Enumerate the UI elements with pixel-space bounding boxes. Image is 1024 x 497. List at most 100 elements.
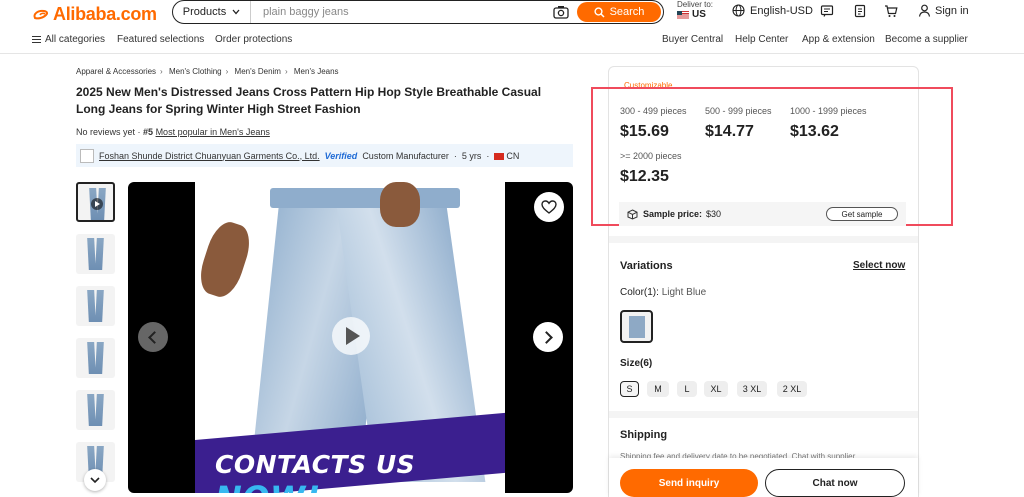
menu-icon: [32, 36, 41, 43]
thumbnail-video[interactable]: [76, 182, 115, 222]
thumbnail-image[interactable]: [76, 338, 115, 378]
price-tier: 300 - 499 pieces $15.69: [620, 106, 687, 141]
become-supplier-link[interactable]: Become a supplier: [885, 34, 968, 45]
previous-image-button[interactable]: [138, 322, 168, 352]
featured-selections-link[interactable]: Featured selections: [117, 34, 204, 45]
sample-price-value: $30: [706, 209, 722, 219]
verified-badge: Verified: [324, 150, 358, 161]
tier-quantity: 500 - 999 pieces: [705, 106, 772, 116]
favorite-button[interactable]: [534, 192, 564, 222]
chevron-down-icon: [232, 9, 240, 15]
size-option[interactable]: XL: [704, 381, 728, 397]
order-protections-link[interactable]: Order protections: [215, 34, 292, 45]
search-button[interactable]: Search: [577, 2, 661, 22]
tier-price: $12.35: [620, 168, 669, 185]
send-inquiry-button[interactable]: Send inquiry: [620, 469, 758, 497]
price-tier: >= 2000 pieces $12.35: [620, 151, 682, 186]
color-label: Color(1): Light Blue: [620, 287, 706, 298]
breadcrumb-separator: ›: [225, 67, 229, 76]
tier-price: $13.62: [790, 123, 839, 140]
color-swatch-light-blue[interactable]: [620, 310, 653, 343]
thumbnail-image[interactable]: [76, 234, 115, 274]
section-divider: [609, 236, 918, 243]
price-tier: 500 - 999 pieces $14.77: [705, 106, 772, 141]
breadcrumb-item[interactable]: Apparel & Accessories: [76, 67, 156, 76]
all-categories-label: All categories: [45, 34, 106, 45]
supplier-country: CN: [506, 150, 520, 161]
size-option[interactable]: L: [677, 381, 697, 397]
breadcrumb: Apparel & Accessories › Men's Clothing › M…: [76, 67, 339, 76]
cn-flag-icon: [494, 152, 505, 160]
supplier-name-link[interactable]: Foshan Shunde District Chuanyuan Garment…: [99, 151, 320, 161]
next-image-button[interactable]: [533, 322, 563, 352]
buyer-central-link[interactable]: Buyer Central: [662, 34, 723, 45]
rank-number: #5: [143, 127, 154, 137]
get-sample-button[interactable]: Get sample: [826, 207, 898, 221]
search-icon: [593, 6, 605, 18]
supplier-type: Custom Manufacturer: [362, 150, 449, 161]
logo-text: Alibaba.com: [53, 4, 157, 24]
orders-icon[interactable]: [853, 4, 867, 18]
search-category-label: Products: [182, 6, 227, 18]
breadcrumb-item[interactable]: Men's Denim: [235, 67, 281, 76]
thumbnail-image[interactable]: [76, 286, 115, 326]
all-categories-link[interactable]: All categories: [32, 34, 105, 45]
app-extension-link[interactable]: App & extension: [802, 34, 875, 45]
dot-separator: ·: [453, 150, 457, 161]
review-summary: No reviews yet · #5 Most popular in Men'…: [76, 127, 270, 137]
breadcrumb-item[interactable]: Men's Clothing: [169, 67, 222, 76]
price-tier: 1000 - 1999 pieces $13.62: [790, 106, 867, 141]
message-icon[interactable]: [820, 4, 834, 18]
banner-highlight-text: NOW!: [215, 479, 321, 493]
tier-price: $15.69: [620, 123, 669, 140]
search-bar: Products Search: [172, 0, 664, 24]
sub-navigation: All categories Featured selections Order…: [0, 28, 1024, 54]
language-label: English-USD: [750, 4, 813, 17]
camera-search-icon[interactable]: [553, 5, 569, 19]
help-center-link[interactable]: Help Center: [735, 34, 788, 45]
search-input[interactable]: [251, 1, 553, 23]
thumbnails-scroll-down-button[interactable]: [84, 469, 106, 491]
size-option[interactable]: S: [620, 381, 639, 397]
top-header: Alibaba.com Products Search Deliver to: …: [0, 0, 1024, 28]
breadcrumb-item[interactable]: Men's Jeans: [294, 67, 339, 76]
sign-in-link[interactable]: Sign in: [918, 4, 969, 17]
sign-in-label: Sign in: [935, 4, 969, 17]
contact-banner-text: CONTACTS US NOW!: [215, 450, 505, 493]
sample-price-label: Sample price:: [643, 209, 703, 219]
play-video-button[interactable]: [332, 317, 370, 355]
breadcrumb-separator: ›: [284, 67, 288, 76]
breadcrumb-separator: ›: [160, 67, 163, 76]
size-option[interactable]: M: [647, 381, 669, 397]
chevron-down-icon: [90, 477, 100, 484]
box-icon: [627, 208, 638, 220]
alibaba-logo[interactable]: Alibaba.com: [32, 4, 157, 25]
main-product-media[interactable]: CONTACTS US NOW!: [128, 182, 573, 493]
deliver-country: US: [692, 9, 706, 20]
size-option[interactable]: 2 XL: [777, 381, 807, 397]
cart-icon[interactable]: [884, 4, 898, 18]
alibaba-logo-icon: [33, 9, 49, 19]
sample-price-row: Sample price: $30 Get sample: [619, 202, 906, 226]
select-now-link[interactable]: Select now: [853, 260, 905, 271]
thumbnail-image[interactable]: [76, 390, 115, 430]
supplier-logo-icon: [80, 148, 94, 163]
language-selector[interactable]: English-USD: [732, 4, 813, 17]
reviews-text: No reviews yet: [76, 127, 136, 137]
rank-link[interactable]: Most popular in Men's Jeans: [156, 127, 270, 137]
user-icon: [918, 4, 931, 17]
heart-icon: [541, 200, 557, 214]
deliver-to[interactable]: Deliver to: US: [677, 0, 713, 20]
chat-now-button[interactable]: Chat now: [765, 469, 905, 497]
supplier-years: 5 yrs: [461, 150, 482, 161]
search-category-select[interactable]: Products: [173, 1, 251, 23]
section-divider: [609, 411, 918, 418]
play-icon: [91, 198, 103, 210]
color-value: Light Blue: [661, 287, 707, 298]
globe-icon: [732, 4, 745, 17]
size-option[interactable]: 3 XL: [737, 381, 767, 397]
dot-separator: ·: [486, 150, 490, 161]
search-button-label: Search: [609, 6, 645, 18]
variations-title: Variations: [620, 260, 673, 272]
supplier-bar: Foshan Shunde District Chuanyuan Garment…: [76, 144, 573, 167]
